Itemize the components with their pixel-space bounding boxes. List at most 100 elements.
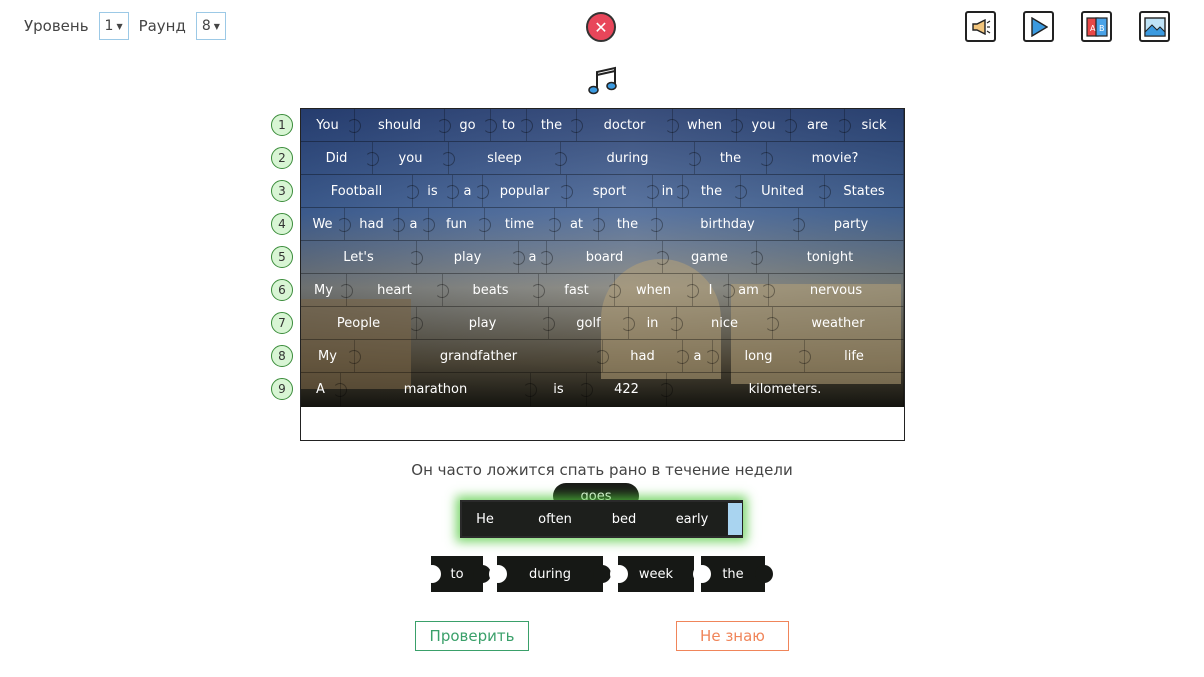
word-piece: movie? (767, 142, 904, 174)
word-piece: A (301, 373, 347, 406)
translation-hint: Он часто ложится спать рано в течение не… (411, 461, 793, 479)
answer-row[interactable]: He often bed early (460, 500, 743, 538)
answer-word[interactable]: bed (602, 502, 646, 536)
row-number: 3 (271, 180, 293, 202)
word-piece: Did (301, 142, 379, 174)
puzzle-board: You should go to the doctor when you are… (300, 108, 905, 441)
word-piece: the (599, 208, 663, 240)
word-piece-option[interactable]: the (693, 556, 773, 592)
row-number: 7 (271, 312, 293, 334)
word-piece: golf (549, 307, 635, 339)
word-piece: popular (483, 175, 573, 207)
word-piece: board (547, 241, 669, 273)
word-piece: marathon (341, 373, 537, 406)
word-piece: go (445, 109, 497, 141)
sentence-row: Football is a popular sport in the Unite… (301, 175, 904, 208)
row-number: 4 (271, 213, 293, 235)
word-piece: long (713, 340, 811, 372)
word-piece: am (729, 274, 775, 306)
word-piece: the (683, 175, 747, 207)
row-number: 6 (271, 279, 293, 301)
answer-word[interactable]: He (462, 502, 508, 536)
word-piece: kilometers. (667, 373, 904, 406)
word-piece: fast (539, 274, 621, 306)
word-piece: beats (443, 274, 545, 306)
music-note-icon[interactable] (586, 64, 620, 98)
word-piece: you (373, 142, 455, 174)
word-piece: Let's (301, 241, 423, 273)
close-icon[interactable]: ✕ (586, 12, 616, 42)
play-icon[interactable] (1023, 11, 1054, 42)
word-piece: We (301, 208, 351, 240)
word-piece: play (417, 307, 555, 339)
row-number: 2 (271, 147, 293, 169)
word-piece-option[interactable]: during (489, 556, 611, 592)
image-icon[interactable] (1139, 11, 1170, 42)
word-piece: birthday (657, 208, 805, 240)
answer-word[interactable]: often (508, 502, 602, 536)
piece-label: week (638, 566, 674, 582)
piece-label: during (529, 566, 571, 582)
level-round-controls: Уровень 1 ▼ Раунд 8 ▼ (24, 12, 236, 40)
empty-row-slot[interactable] (301, 407, 904, 440)
word-piece: grandfather (355, 340, 609, 372)
word-piece: doctor (577, 109, 679, 141)
word-piece: is (531, 373, 593, 406)
svg-text:B: B (1099, 24, 1105, 33)
word-piece: the (527, 109, 583, 141)
word-pieces-pool: to during week the (0, 556, 1204, 592)
word-piece: My (301, 274, 353, 306)
dont-know-button[interactable]: Не знаю (676, 621, 789, 651)
translate-icon[interactable]: AB (1081, 11, 1112, 42)
level-select[interactable]: 1 ▼ (98, 12, 129, 40)
word-piece: heart (347, 274, 449, 306)
round-label: Раунд (138, 17, 186, 35)
answer-word[interactable]: early (646, 502, 738, 536)
word-piece: United (741, 175, 831, 207)
drop-slot[interactable] (727, 502, 743, 536)
painting-background: You should go to the doctor when you are… (301, 109, 904, 407)
level-value: 1 (104, 18, 114, 34)
sentence-row: A marathon is 422 kilometers. (301, 373, 904, 406)
word-piece: you (737, 109, 797, 141)
word-piece: States (825, 175, 904, 207)
row-number: 5 (271, 246, 293, 268)
word-piece: My (301, 340, 361, 372)
round-value: 8 (201, 18, 211, 34)
word-piece: weather (773, 307, 904, 339)
megaphone-icon[interactable] (965, 11, 996, 42)
word-piece: nice (677, 307, 779, 339)
word-piece: the (695, 142, 773, 174)
word-piece: party (799, 208, 904, 240)
word-piece: sport (567, 175, 659, 207)
word-piece: are (791, 109, 851, 141)
word-piece: tonight (757, 241, 904, 273)
piece-label: to (450, 566, 464, 582)
word-piece: had (603, 340, 689, 372)
word-piece: when (615, 274, 699, 306)
word-piece-option[interactable]: to (423, 556, 491, 592)
check-button[interactable]: Проверить (415, 621, 529, 651)
word-piece: Football (301, 175, 419, 207)
word-piece: game (663, 241, 763, 273)
sentence-row: Did you sleep during the movie? (301, 142, 904, 175)
word-piece: sleep (449, 142, 567, 174)
word-piece: nervous (769, 274, 904, 306)
word-piece: at (555, 208, 605, 240)
piece-label: the (722, 566, 744, 582)
word-piece: had (345, 208, 405, 240)
sentence-row: You should go to the doctor when you are… (301, 109, 904, 142)
word-piece: life (805, 340, 904, 372)
word-piece: during (561, 142, 701, 174)
word-piece: sick (845, 109, 904, 141)
sentence-row: My heart beats fast when I am nervous (301, 274, 904, 307)
word-piece: time (485, 208, 561, 240)
word-piece: fun (429, 208, 491, 240)
round-select[interactable]: 8 ▼ (195, 12, 226, 40)
tool-buttons: AB (965, 11, 1170, 42)
word-piece: should (355, 109, 451, 141)
caret-down-icon: ▼ (116, 21, 123, 31)
word-piece-option[interactable]: week (610, 556, 694, 592)
sentence-row: People play golf in nice weather (301, 307, 904, 340)
sentence-row: My grandfather had a long life (301, 340, 904, 373)
